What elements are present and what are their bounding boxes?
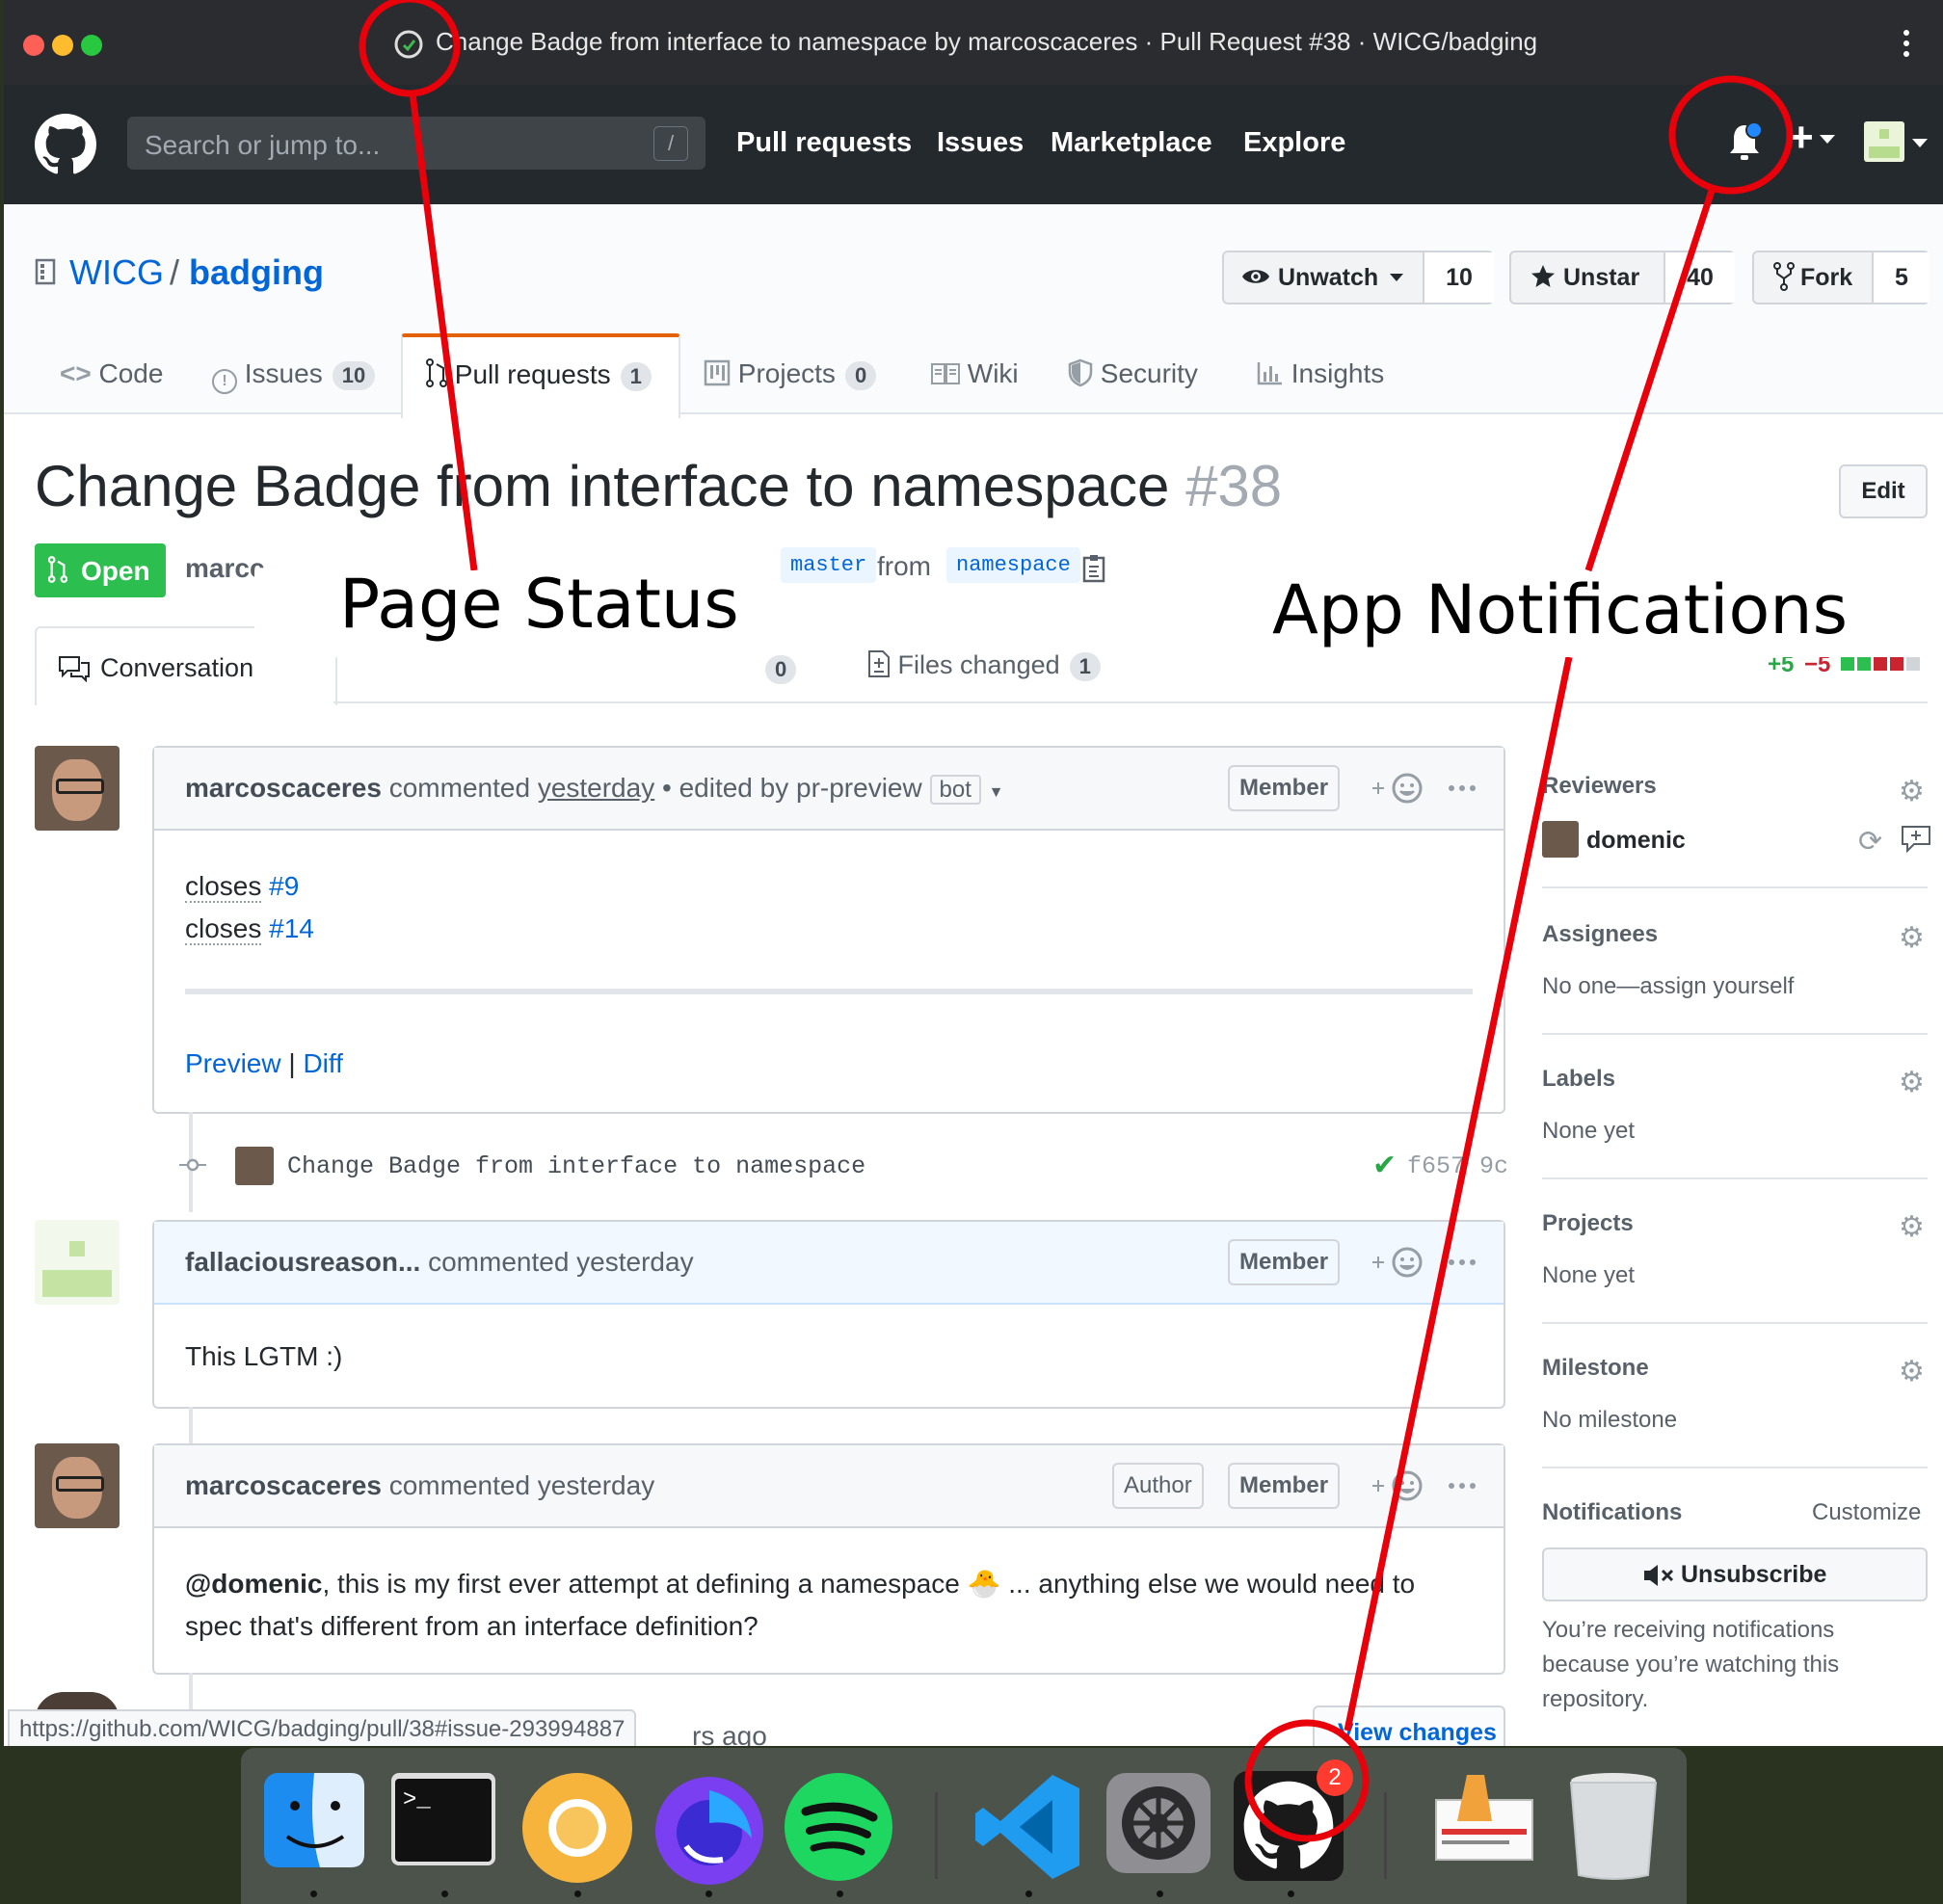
annotation-circle xyxy=(359,0,461,97)
annotation-circle xyxy=(1668,75,1794,195)
annotation-overlay xyxy=(359,0,1794,1842)
annotation-app-notifications: App Notifications xyxy=(1272,570,1849,649)
annotation-line xyxy=(1584,189,1716,572)
annotation-page-status: Page Status xyxy=(339,565,739,644)
annotation-line xyxy=(409,93,478,571)
annotation-line xyxy=(1344,656,1573,1732)
annotation-circle xyxy=(1244,1719,1370,1842)
